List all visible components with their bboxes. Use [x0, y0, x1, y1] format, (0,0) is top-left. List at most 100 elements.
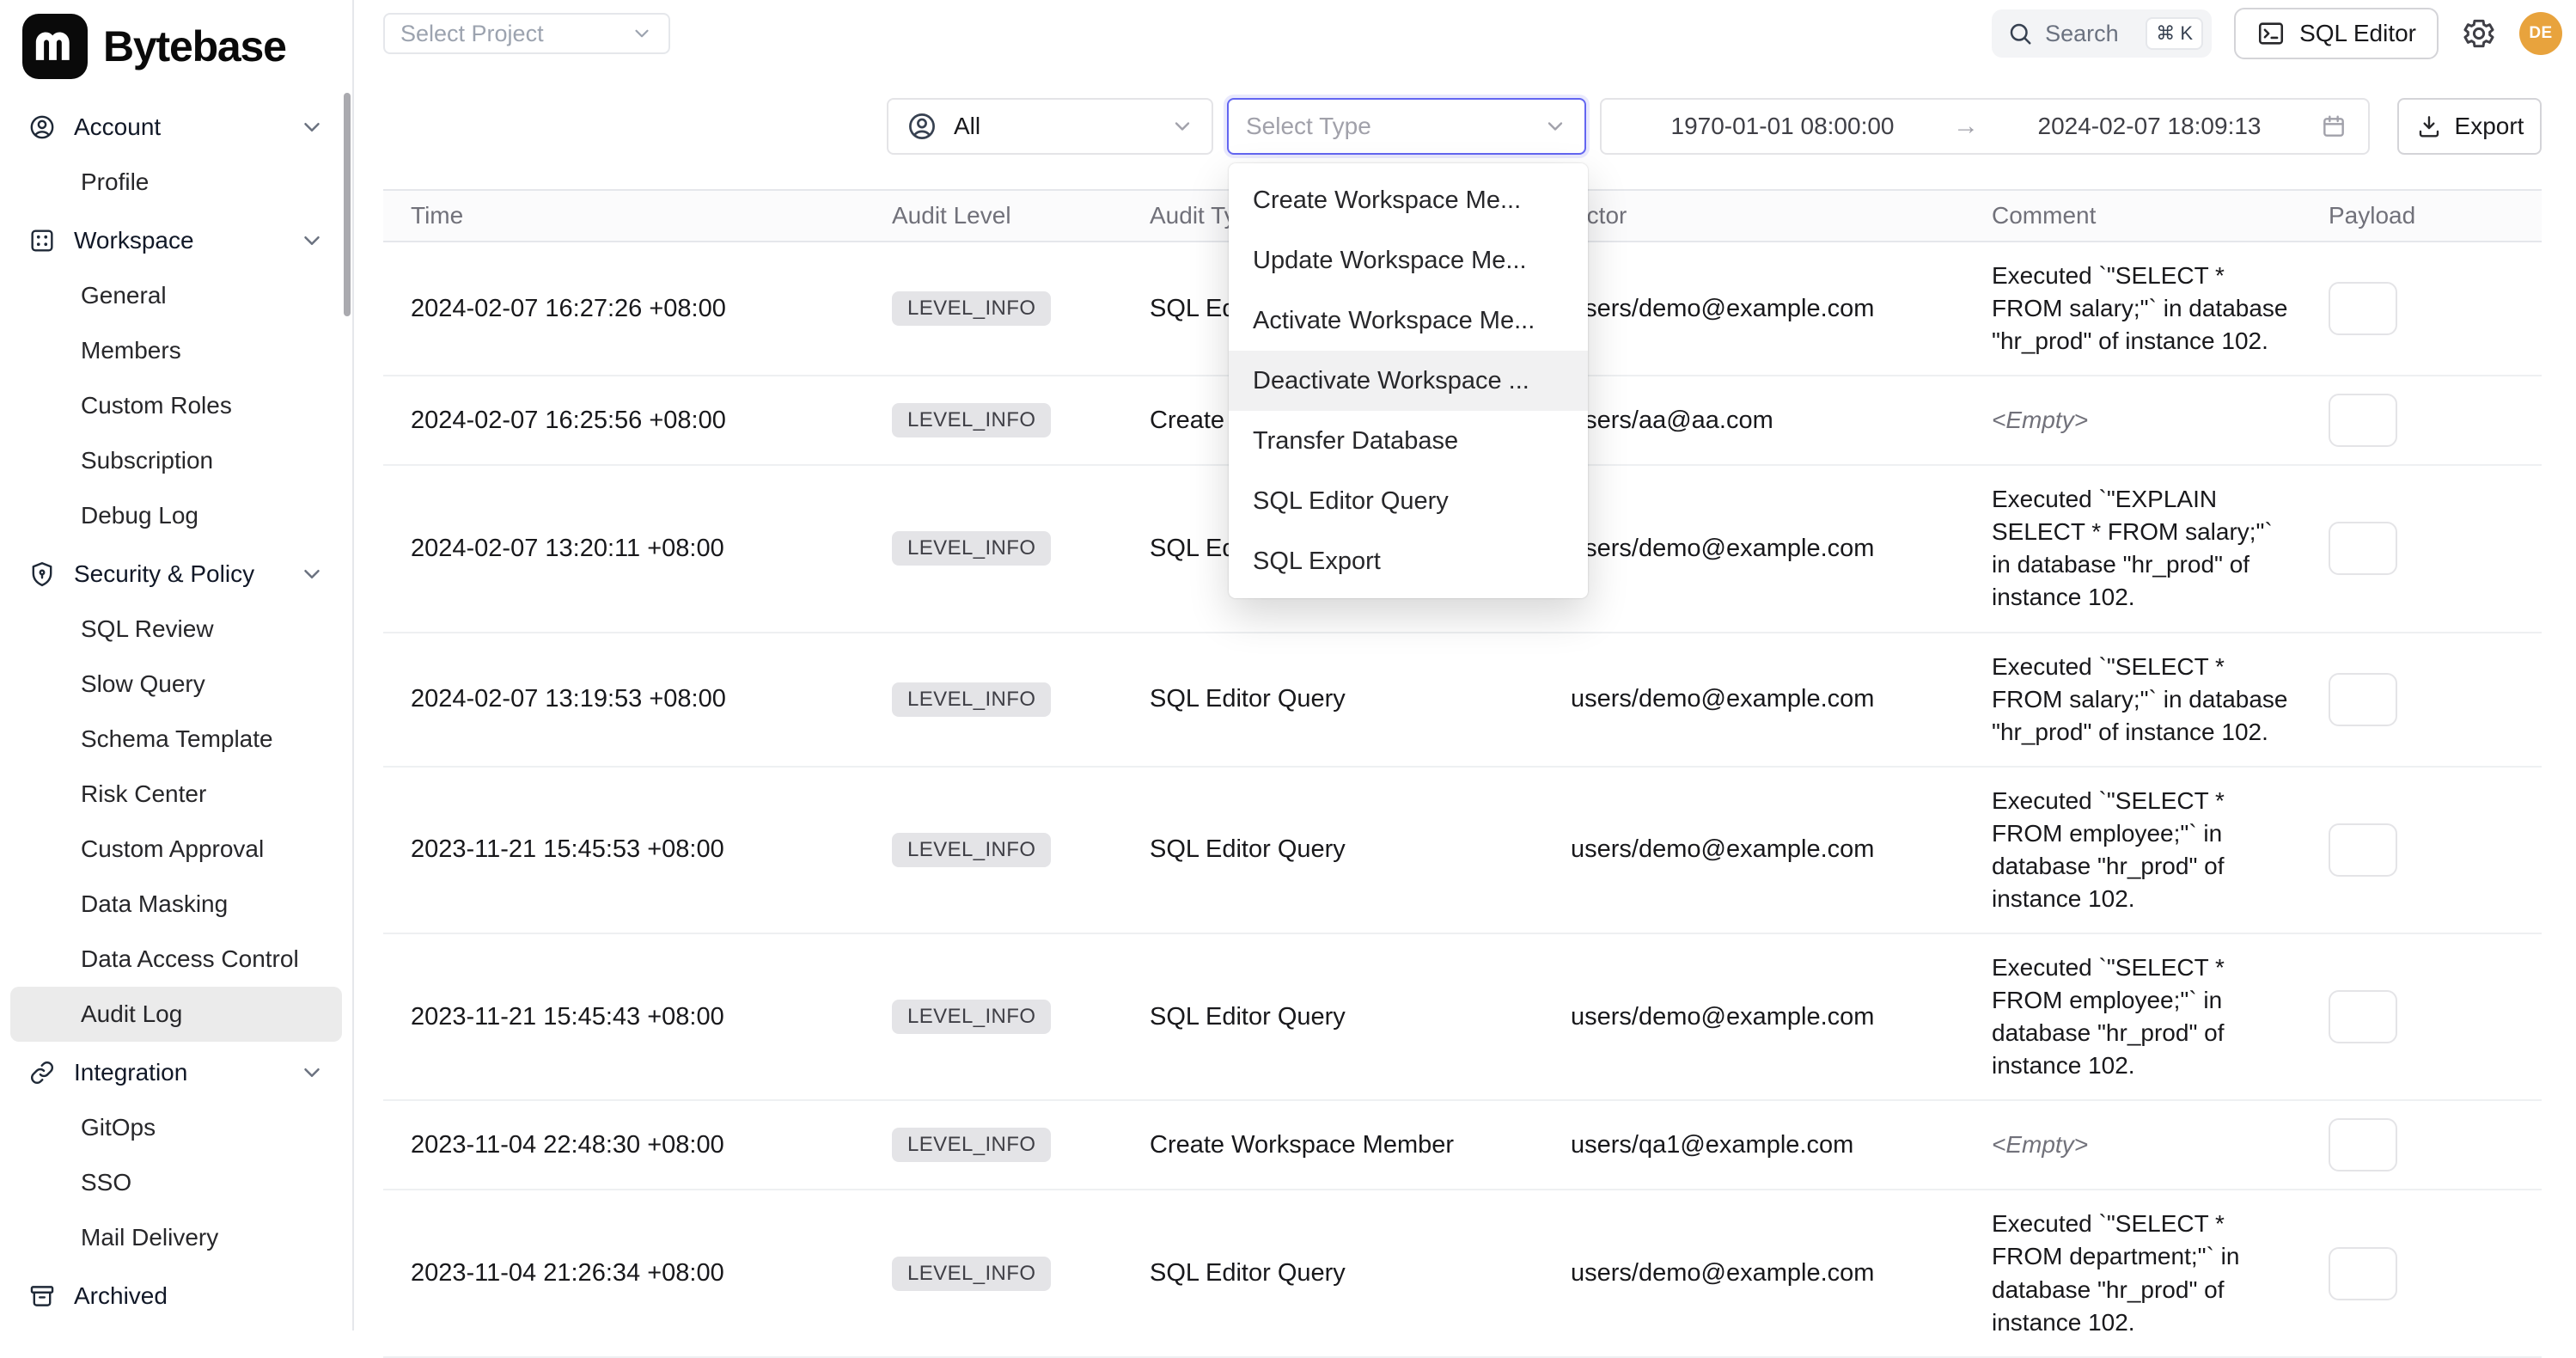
sidebar-item-schema-template[interactable]: Schema Template — [10, 712, 342, 767]
sidebar-item-integration[interactable]: Integration — [10, 1045, 342, 1100]
cell-comment: Executed `"SELECT * FROM department;"` i… — [1964, 1190, 2308, 1355]
level-badge: LEVEL_INFO — [892, 682, 1051, 717]
user-avatar[interactable]: DE — [2519, 12, 2562, 55]
cell-audit-level: LEVEL_INFO — [864, 1239, 1122, 1308]
cell-payload — [2308, 1230, 2542, 1318]
download-icon — [2415, 113, 2443, 140]
cell-comment: Executed `"SELECT * FROM employee;"` in … — [1964, 934, 2308, 1099]
arrow-right-icon: → — [1953, 112, 1979, 141]
cell-audit-level: LEVEL_INFO — [864, 665, 1122, 734]
sidebar-item-data-access-control[interactable]: Data Access Control — [10, 932, 342, 987]
sidebar-item-data-masking[interactable]: Data Masking — [10, 877, 342, 932]
user-circle-icon — [27, 113, 57, 142]
sidebar-item-members[interactable]: Members — [10, 323, 342, 378]
cell-comment: Executed `"SELECT * FROM employee;"` in … — [1964, 768, 2308, 933]
cell-time: 2024-02-07 13:20:11 +08:00 — [383, 517, 864, 580]
sidebar-item-security-policy[interactable]: Security & Policy — [10, 547, 342, 602]
cell-comment: <Empty> — [1964, 1111, 2308, 1178]
sidebar-item-debug-log[interactable]: Debug Log — [10, 488, 342, 543]
cell-comment: Executed `"EXPLAIN SELECT * FROM salary;… — [1964, 466, 2308, 631]
payload-view-button[interactable] — [2329, 394, 2397, 447]
sidebar-scrollbar-thumb[interactable] — [344, 93, 351, 316]
type-option-sql-export[interactable]: SQL Export — [1229, 531, 1588, 591]
sql-editor-button[interactable]: SQL Editor — [2234, 8, 2439, 59]
cell-actor: users/demo@example.com — [1543, 818, 1964, 881]
sidebar-item-mail-delivery[interactable]: Mail Delivery — [10, 1210, 342, 1265]
cell-payload — [2308, 505, 2542, 592]
chevron-down-icon — [1543, 114, 1567, 138]
sidebar-item-audit-log[interactable]: Audit Log — [10, 987, 342, 1042]
type-filter-placeholder: Select Type — [1246, 113, 1543, 140]
bytebase-logo-icon — [22, 14, 88, 79]
column-header-comment: Comment — [1964, 202, 2308, 229]
audit-log-page: All Select Type Create Workspace Me... U… — [354, 57, 2576, 1358]
level-badge: LEVEL_INFO — [892, 833, 1051, 867]
sql-editor-icon — [2256, 19, 2286, 48]
sidebar-item-profile[interactable]: Profile — [10, 155, 342, 210]
sidebar-item-custom-roles[interactable]: Custom Roles — [10, 378, 342, 433]
export-button[interactable]: Export — [2397, 98, 2542, 155]
type-option-create-workspace-me[interactable]: Create Workspace Me... — [1229, 170, 1588, 230]
date-from-value: 1970-01-01 08:00:00 — [1622, 113, 1943, 140]
type-option-transfer-database[interactable]: Transfer Database — [1229, 411, 1588, 471]
sidebar-item-account[interactable]: Account — [10, 100, 342, 155]
actor-filter-select[interactable]: All — [887, 98, 1213, 155]
type-filter-select[interactable]: Select Type Create Workspace Me... Updat… — [1227, 98, 1586, 155]
cell-audit-level: LEVEL_INFO — [864, 816, 1122, 884]
payload-view-button[interactable] — [2329, 1118, 2397, 1171]
cell-payload — [2308, 376, 2542, 464]
cell-payload — [2308, 973, 2542, 1061]
payload-view-button[interactable] — [2329, 1247, 2397, 1300]
sidebar-item-sql-review[interactable]: SQL Review — [10, 602, 342, 657]
date-to-value: 2024-02-07 18:09:13 — [1989, 113, 2310, 140]
payload-view-button[interactable] — [2329, 522, 2397, 575]
audit-log-row: 2023-11-04 21:26:34 +08:00 LEVEL_INFO SQ… — [383, 1190, 2542, 1357]
link-icon — [27, 1058, 57, 1087]
cell-actor: users/qa1@example.com — [1543, 1114, 1964, 1177]
payload-view-button[interactable] — [2329, 282, 2397, 335]
cell-actor: users/demo@example.com — [1543, 1242, 1964, 1305]
chevron-down-icon — [299, 561, 325, 587]
cell-actor: users/demo@example.com — [1543, 986, 1964, 1049]
sidebar-item-subscription[interactable]: Subscription — [10, 433, 342, 488]
chevron-down-icon — [299, 114, 325, 140]
shield-icon — [27, 560, 57, 589]
payload-view-button[interactable] — [2329, 823, 2397, 877]
main-panel: Select Project Search ⌘ K SQL Editor DE — [354, 0, 2576, 1330]
column-header-audit-level: Audit Level — [864, 202, 1122, 229]
search-input[interactable]: Search ⌘ K — [1992, 9, 2212, 58]
type-option-deactivate-workspace[interactable]: Deactivate Workspace ... — [1229, 351, 1588, 411]
sidebar-item-risk-center[interactable]: Risk Center — [10, 767, 342, 822]
column-header-payload: Payload — [2308, 202, 2542, 229]
brand-name: Bytebase — [103, 21, 286, 71]
settings-gear-icon[interactable] — [2461, 15, 2497, 52]
sidebar-item-sso[interactable]: SSO — [10, 1155, 342, 1210]
sidebar-item-workspace[interactable]: Workspace — [10, 213, 342, 268]
sidebar-item-gitops[interactable]: GitOps — [10, 1100, 342, 1155]
sidebar-item-custom-approval[interactable]: Custom Approval — [10, 822, 342, 877]
cell-audit-level: LEVEL_INFO — [864, 274, 1122, 343]
cell-time: 2024-02-07 16:25:56 +08:00 — [383, 389, 864, 452]
level-badge: LEVEL_INFO — [892, 291, 1051, 326]
sidebar-item-slow-query[interactable]: Slow Query — [10, 657, 342, 712]
payload-view-button[interactable] — [2329, 990, 2397, 1043]
type-option-sql-editor-query[interactable]: SQL Editor Query — [1229, 471, 1588, 531]
cell-comment: Executed `"SELECT * FROM salary;"` in da… — [1964, 242, 2308, 375]
sidebar-item-general[interactable]: General — [10, 268, 342, 323]
cell-time: 2024-02-07 13:19:53 +08:00 — [383, 668, 864, 731]
type-option-update-workspace-me[interactable]: Update Workspace Me... — [1229, 230, 1588, 291]
brand-logo[interactable]: Bytebase — [0, 0, 352, 89]
date-range-picker[interactable]: 1970-01-01 08:00:00 → 2024-02-07 18:09:1… — [1600, 98, 2370, 155]
cell-time: 2023-11-21 15:45:43 +08:00 — [383, 986, 864, 1049]
type-option-activate-workspace-me[interactable]: Activate Workspace Me... — [1229, 291, 1588, 351]
cell-audit-type: SQL Editor Query — [1122, 1242, 1543, 1305]
column-header-time: Time — [383, 202, 864, 229]
filter-row: All Select Type Create Workspace Me... U… — [383, 98, 2542, 155]
cell-payload — [2308, 265, 2542, 352]
payload-view-button[interactable] — [2329, 673, 2397, 726]
sidebar-item-archived[interactable]: Archived — [10, 1269, 342, 1324]
project-select[interactable]: Select Project — [383, 13, 670, 54]
user-circle-icon — [906, 110, 938, 143]
search-shortcut-badge: ⌘ K — [2146, 17, 2203, 50]
bytebase-app: Bytebase Account Profile Workspace Gener… — [0, 0, 2576, 1330]
